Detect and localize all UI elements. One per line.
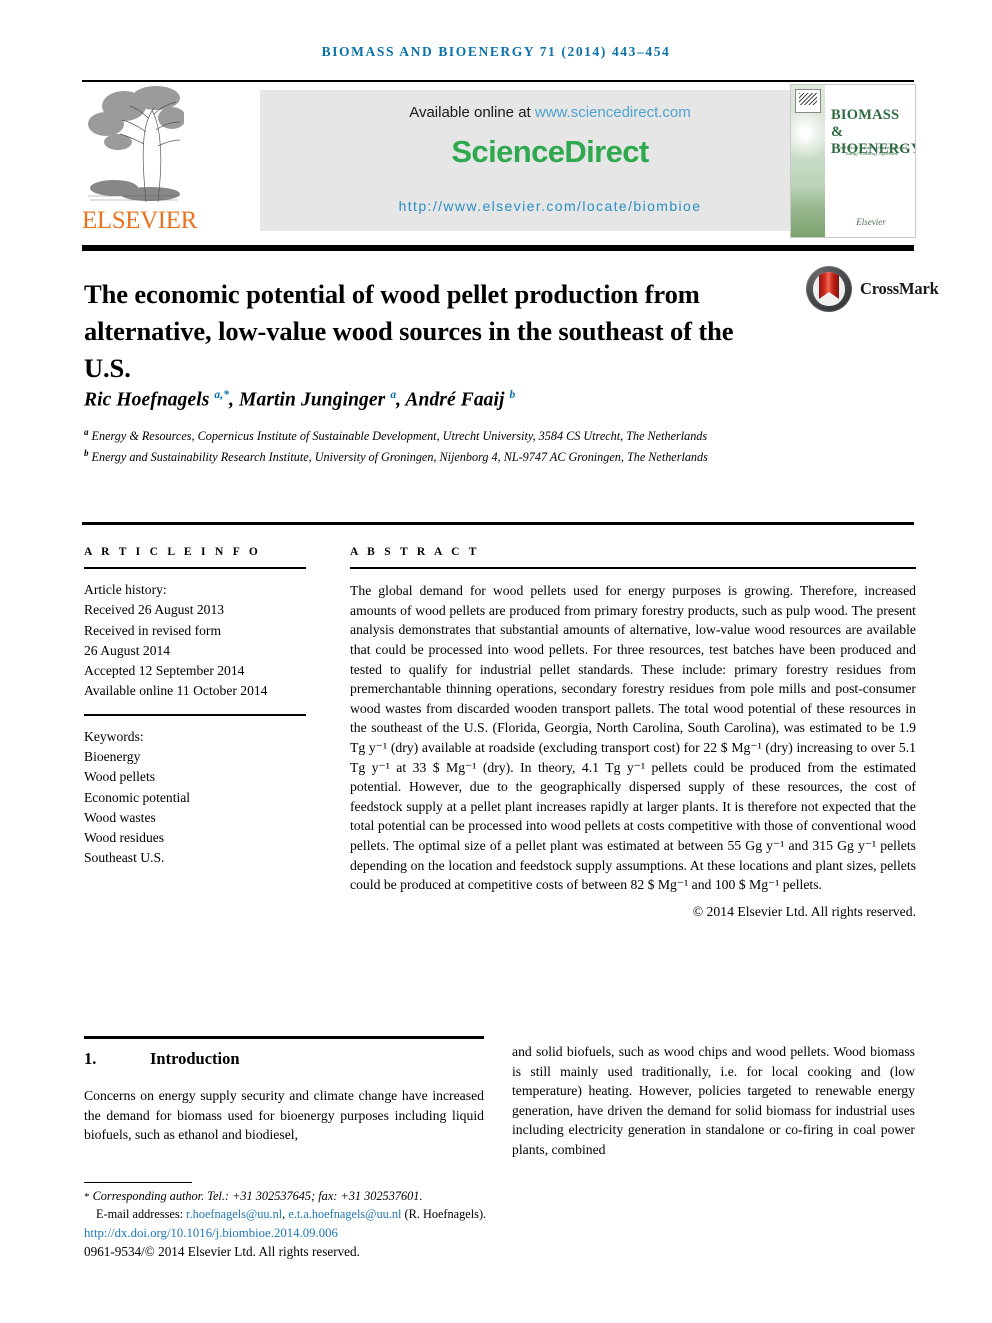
- elsevier-logo: ELSEVIER: [82, 82, 197, 238]
- affiliation-b-marker: b: [84, 447, 89, 458]
- crossmark-icon: [806, 266, 852, 312]
- article-history-item: 26 August 2014: [84, 642, 171, 658]
- header-thick-rule: [82, 245, 914, 251]
- corresponding-author-text: Corresponding author. Tel.: +31 30253764…: [92, 1189, 423, 1203]
- footnote-block: * Corresponding author. Tel.: +31 302537…: [84, 1188, 514, 1223]
- article-history-label: Article history:: [84, 582, 167, 598]
- email-link-1[interactable]: r.hoefnagels@uu.nl: [186, 1207, 282, 1221]
- affiliation-a-text: Energy & Resources, Copernicus Institute…: [91, 429, 708, 444]
- affiliation-b-text: Energy and Sustainability Research Insti…: [91, 449, 708, 464]
- crossmark-ribbon-icon: [819, 272, 839, 299]
- issn-copyright-line: 0961-9534/© 2014 Elsevier Ltd. All right…: [84, 1244, 360, 1259]
- article-info-divider: [84, 714, 306, 716]
- footnote-rule: [84, 1182, 192, 1184]
- article-history-item: Received 26 August 2013: [84, 602, 225, 618]
- article-info-heading: A R T I C L E I N F O: [84, 546, 262, 558]
- crossmark-badge[interactable]: CrossMark: [806, 266, 939, 314]
- elsevier-tree-icon: [84, 84, 184, 206]
- abstract-rule: [350, 567, 916, 570]
- cover-grass: [791, 185, 825, 237]
- journal-cover-thumbnail: BIOMASS & BIOENERGY The Official Journal…: [790, 84, 916, 238]
- email-suffix: (R. Hoefnagels).: [404, 1207, 487, 1222]
- article-info-column: A R T I C L E I N F O Article history: R…: [84, 546, 306, 868]
- cover-publisher: Elsevier: [856, 217, 886, 227]
- keyword-item: Bioenergy: [84, 749, 141, 765]
- cover-sun-glow: [791, 105, 833, 161]
- journal-banner: ELSEVIER Available online at www.science…: [82, 82, 916, 238]
- keyword-item: Economic potential: [84, 789, 191, 805]
- crossmark-label: CrossMark: [860, 279, 939, 298]
- author-list: Ric Hoefnagels a,*, Martin Junginger a, …: [84, 389, 516, 411]
- abstract-column: A B S T R A C T The global demand for wo…: [350, 546, 916, 920]
- email-addresses-label: E-mail addresses:: [96, 1207, 184, 1222]
- keywords-block: Keywords: Bioenergy Wood pellets Economi…: [84, 727, 306, 868]
- affiliation-a-marker: a: [84, 427, 89, 437]
- corresponding-author-note: * Corresponding author. Tel.: +31 302537…: [84, 1188, 514, 1206]
- body-column-right: and solid biofuels, such as wood chips a…: [512, 1044, 915, 1157]
- affiliation-a: a Energy & Resources, Copernicus Institu…: [84, 424, 804, 445]
- article-history-item: Received in revised form: [84, 622, 222, 638]
- section-heading-introduction: 1. Introduction: [84, 1049, 484, 1069]
- asterisk-icon: *: [84, 1191, 90, 1203]
- section-number: 1.: [84, 1049, 97, 1068]
- sciencedirect-logo: ScienceDirect: [451, 134, 649, 169]
- abstract-copyright: © 2014 Elsevier Ltd. All rights reserved…: [692, 903, 916, 919]
- elsevier-wordmark: ELSEVIER: [82, 207, 197, 234]
- email-link-2[interactable]: e.t.a.hoefnagels@uu.nl: [288, 1207, 401, 1221]
- affiliation-list: a Energy & Resources, Copernicus Institu…: [84, 424, 804, 465]
- sciencedirect-panel: Available online at www.sciencedirect.co…: [260, 90, 840, 231]
- cover-title-line1: BIOMASS &: [831, 107, 900, 140]
- cover-elsevier-mark-icon: [795, 89, 821, 113]
- metadata-top-rule: [82, 522, 914, 525]
- article-history-item: Accepted 12 September 2014: [84, 663, 245, 678]
- keywords-label: Keywords:: [84, 729, 144, 744]
- keyword-item: Southeast U.S.: [84, 850, 165, 866]
- sciencedirect-url-link[interactable]: www.sciencedirect.com: [535, 104, 691, 121]
- journal-homepage-url[interactable]: http://www.elsevier.com/locate/biombioe: [260, 198, 840, 214]
- crossmark-inner: [813, 272, 845, 306]
- body-column-left: Concerns on energy supply security and c…: [84, 1088, 484, 1143]
- cover-subtitle: The Official Journal of the Internationa…: [836, 145, 908, 156]
- page-title: The economic potential of wood pellet pr…: [84, 278, 734, 383]
- abstract-heading: A B S T R A C T: [350, 546, 480, 558]
- article-history: Article history: Received 26 August 2013…: [84, 580, 306, 701]
- abstract-text: The global demand for wood pellets used …: [350, 583, 916, 893]
- keyword-item: Wood wastes: [84, 809, 156, 825]
- body-section-rule: [84, 1036, 484, 1039]
- affiliation-b: b Energy and Sustainability Research Ins…: [84, 445, 804, 466]
- running-head: BIOMASS AND BIOENERGY 71 (2014) 443–454: [321, 44, 671, 59]
- article-history-item: Available online 11 October 2014: [84, 683, 268, 699]
- keyword-item: Wood residues: [84, 830, 165, 846]
- article-page: BIOMASS AND BIOENERGY 71 (2014) 443–454: [0, 0, 992, 1323]
- section-title: Introduction: [150, 1049, 240, 1068]
- available-online-line: Available online at www.sciencedirect.co…: [260, 104, 840, 121]
- keyword-item: Wood pellets: [84, 769, 156, 785]
- doi-link[interactable]: http://dx.doi.org/10.1016/j.biombioe.201…: [84, 1226, 514, 1241]
- available-online-prefix: Available online at: [409, 104, 535, 121]
- article-info-rule: [84, 567, 306, 570]
- email-line: E-mail addresses: r.hoefnagels@uu.nl, e.…: [96, 1207, 487, 1222]
